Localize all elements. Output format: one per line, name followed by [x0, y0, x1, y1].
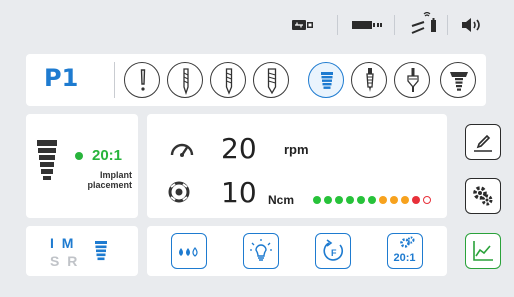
- forward-rotation-icon: F: [323, 239, 343, 261]
- tap-drill-icon: [366, 68, 374, 92]
- status-divider: [447, 15, 448, 35]
- torque-unit: Ncm: [268, 193, 295, 207]
- light-bulb-icon: [250, 239, 272, 261]
- implant-mode-label: Implant placement: [80, 170, 132, 190]
- readout-panel: 20 rpm 10 Ncm: [147, 114, 447, 218]
- torque-level-dot: [324, 196, 332, 204]
- wireless-pedal-signal-icon: [410, 11, 438, 36]
- step-panel: P1: [26, 54, 486, 106]
- speed-value: 20: [221, 132, 257, 165]
- pilot-drill-icon: [140, 69, 146, 91]
- svg-text:F: F: [331, 248, 337, 258]
- usb-connection-icon: [292, 18, 316, 32]
- status-divider: [337, 15, 338, 35]
- tool-implant[interactable]: [308, 62, 344, 98]
- chart-icon: [473, 241, 493, 261]
- foot-pedal-battery-icon: [352, 18, 384, 32]
- torque-level-dot: [368, 196, 376, 204]
- volume-icon[interactable]: [462, 18, 484, 32]
- torque-level-dot: [357, 196, 365, 204]
- tool-abutment[interactable]: [440, 62, 476, 98]
- edit-button[interactable]: [465, 124, 501, 160]
- torque-level-dot: [412, 196, 420, 204]
- implant-mode-line2: placement: [87, 180, 132, 190]
- torque-level-dot: [390, 196, 398, 204]
- tool-step-drill-large[interactable]: [253, 62, 289, 98]
- step-divider: [114, 62, 115, 98]
- speedometer-icon: [169, 138, 195, 163]
- light-button[interactable]: [243, 233, 279, 269]
- mode-panel[interactable]: I M S R: [26, 226, 138, 276]
- gear-ratio-button[interactable]: 20:1: [387, 233, 423, 269]
- speed-unit: rpm: [284, 142, 309, 157]
- settings-gear-icon: [473, 186, 493, 206]
- ratio-status-dot: [75, 152, 83, 160]
- mode-im-label[interactable]: I M: [50, 235, 75, 251]
- settings-button[interactable]: [465, 178, 501, 214]
- countersink-icon: [407, 68, 419, 92]
- step-drill-small-icon: [225, 68, 233, 95]
- tool-pilot-drill[interactable]: [124, 62, 160, 98]
- mode-implant-icon: [94, 240, 108, 269]
- torque-level-dot: [379, 196, 387, 204]
- implant-mode-line1: Implant: [99, 170, 132, 180]
- status-bar: [0, 0, 514, 50]
- status-divider: [394, 15, 395, 35]
- torque-icon: [167, 180, 191, 209]
- step-drill-large-icon: [267, 68, 277, 95]
- tool-tap[interactable]: [351, 62, 387, 98]
- gear-ratio-button-label: 20:1: [393, 252, 416, 264]
- torque-level-dot: [313, 196, 321, 204]
- tool-countersink[interactable]: [394, 62, 430, 98]
- irrigation-button[interactable]: [171, 233, 207, 269]
- irrigation-drops-icon: [179, 247, 198, 257]
- torque-value: 10: [221, 176, 257, 209]
- twist-drill-icon: [183, 68, 189, 96]
- step-label[interactable]: P1: [44, 64, 94, 92]
- function-panel: F 20:1: [147, 226, 447, 276]
- tool-step-drill-small[interactable]: [210, 62, 246, 98]
- abutment-icon: [450, 72, 468, 91]
- mode-sr-label[interactable]: S R: [50, 253, 79, 269]
- implant-icon: [35, 138, 59, 191]
- implant-tool-icon: [321, 72, 333, 89]
- gear-ratio-value: 20:1: [92, 147, 123, 164]
- torque-level-dot: [335, 196, 343, 204]
- torque-level-dot: [423, 196, 431, 204]
- edit-icon: [474, 134, 492, 152]
- torque-level-dot: [401, 196, 409, 204]
- implant-info-panel[interactable]: 20:1 Implant placement: [26, 114, 138, 218]
- rotation-direction-button[interactable]: F: [315, 233, 351, 269]
- torque-curve-button[interactable]: [465, 233, 501, 269]
- torque-level-dot: [346, 196, 354, 204]
- tool-twist-drill[interactable]: [167, 62, 203, 98]
